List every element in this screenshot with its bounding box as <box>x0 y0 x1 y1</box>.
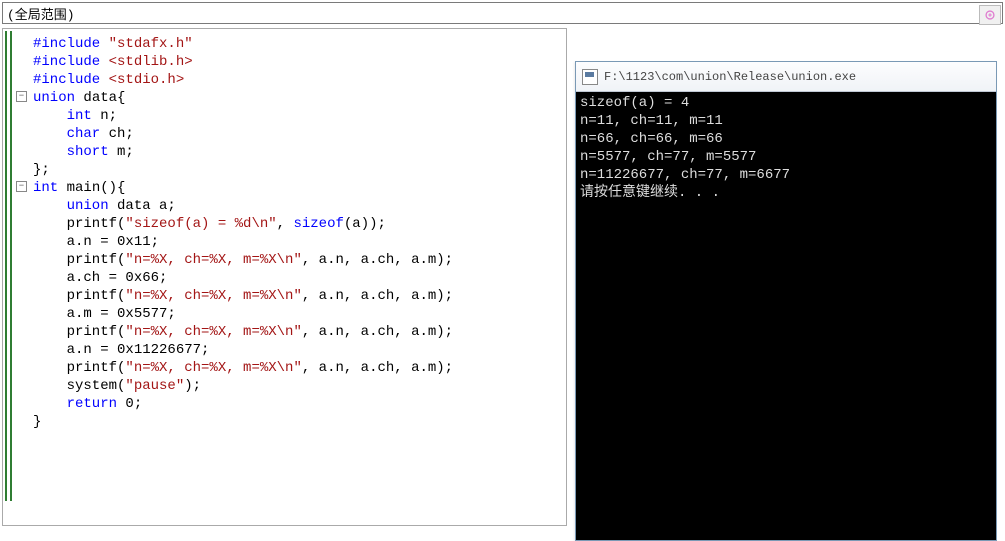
code-content: #include "stdafx.h" #include <stdlib.h> … <box>3 29 453 431</box>
console-title: F:\1123\com\union\Release\union.exe <box>604 70 856 84</box>
fold-toggle[interactable]: − <box>16 91 27 102</box>
change-margin <box>5 31 7 501</box>
change-margin <box>10 31 12 501</box>
fold-toggle[interactable]: − <box>16 181 27 192</box>
console-window: F:\1123\com\union\Release\union.exe size… <box>575 61 997 541</box>
console-titlebar[interactable]: F:\1123\com\union\Release\union.exe <box>576 62 996 92</box>
code-editor[interactable]: − − #include "stdafx.h" #include <stdlib… <box>2 28 567 526</box>
console-app-icon <box>582 69 598 85</box>
overflow-button[interactable] <box>979 5 1001 25</box>
main-area: − − #include "stdafx.h" #include <stdlib… <box>0 26 1005 528</box>
scope-dropdown[interactable]: (全局范围) ▾ <box>2 2 1003 24</box>
console-output[interactable]: sizeof(a) = 4 n=11, ch=11, m=11 n=66, ch… <box>576 92 996 540</box>
scope-dropdown-label: (全局范围) <box>7 4 982 23</box>
